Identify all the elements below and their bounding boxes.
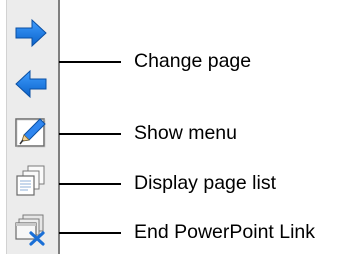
show-menu-button[interactable] <box>12 113 50 151</box>
page-stack-icon <box>16 165 45 196</box>
previous-page-button[interactable] <box>12 65 50 103</box>
pen-icon <box>15 118 46 148</box>
arrow-left-icon <box>15 69 47 99</box>
link-toolbar <box>6 0 60 254</box>
show-menu-label: Show menu <box>134 122 237 144</box>
display-page-list-button[interactable] <box>12 162 50 200</box>
show-menu-leader-line <box>59 133 121 135</box>
change-page-label: Change page <box>134 50 252 72</box>
next-page-button[interactable] <box>12 14 50 52</box>
display-page-list-label: Display page list <box>134 172 276 194</box>
end-link-button[interactable] <box>12 210 50 248</box>
display-page-list-leader-line <box>59 183 121 185</box>
change-page-leader-line <box>59 61 121 63</box>
end-link-leader-line <box>59 232 121 234</box>
close-window-icon <box>15 214 45 246</box>
arrow-right-icon <box>15 18 47 48</box>
end-link-label: End PowerPoint Link <box>134 221 316 243</box>
